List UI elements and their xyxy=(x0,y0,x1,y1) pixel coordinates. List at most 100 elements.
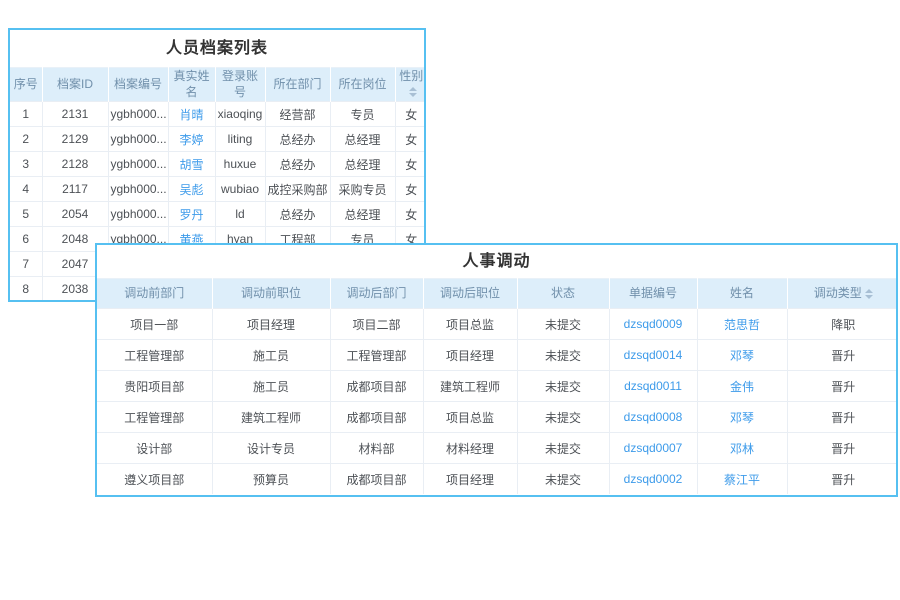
table-cell: 晋升 xyxy=(787,402,898,433)
cell-link[interactable]: 蔡江平 xyxy=(724,473,760,487)
table-cell: 2128 xyxy=(42,152,108,177)
cell-link[interactable]: dzsqd0007 xyxy=(624,441,683,455)
table-cell: 4 xyxy=(10,177,42,202)
table-cell: 未提交 xyxy=(517,371,609,402)
table-cell: 邓林 xyxy=(697,433,787,464)
table-cell: 总经办 xyxy=(265,202,330,227)
cell-link[interactable]: dzsqd0002 xyxy=(624,472,683,486)
column-header-label: 档案ID xyxy=(57,77,93,91)
table-cell: ygbh000... xyxy=(108,102,168,127)
column-header-label: 登录账号 xyxy=(222,69,258,99)
cell-link[interactable]: 吴彪 xyxy=(179,183,203,197)
cell-link[interactable]: dzsqd0014 xyxy=(624,348,683,362)
table-cell: liting xyxy=(215,127,265,152)
table-cell: 3 xyxy=(10,152,42,177)
table-cell: 总经理 xyxy=(330,127,395,152)
table-cell: 施工员 xyxy=(212,340,330,371)
column-header-3: 调动后职位 xyxy=(423,279,517,309)
table-cell: 施工员 xyxy=(212,371,330,402)
table-cell: 女 xyxy=(395,102,426,127)
table-cell: 成都项目部 xyxy=(330,402,423,433)
header-row: 序号档案ID档案编号真实姓名登录账号所在部门所在岗位性别 xyxy=(10,68,426,102)
table-row: 工程管理部施工员工程管理部项目经理未提交dzsqd0014邓琴晋升 xyxy=(97,340,898,371)
table-cell: 材料经理 xyxy=(423,433,517,464)
column-header-label: 序号 xyxy=(14,77,38,91)
table-row: 工程管理部建筑工程师成都项目部项目总监未提交dzsqd0008邓琴晋升 xyxy=(97,402,898,433)
table-cell: 总经办 xyxy=(265,152,330,177)
table-cell: 贵阳项目部 xyxy=(97,371,212,402)
cell-link[interactable]: dzsqd0011 xyxy=(624,379,682,393)
table-cell: 未提交 xyxy=(517,340,609,371)
column-header-0: 调动前部门 xyxy=(97,279,212,309)
column-header-label: 状态 xyxy=(551,286,575,300)
table-cell: 罗丹 xyxy=(168,202,215,227)
column-header-7[interactable]: 性别 xyxy=(395,68,426,102)
cell-link[interactable]: dzsqd0008 xyxy=(624,410,683,424)
cell-link[interactable]: 金伟 xyxy=(730,380,754,394)
table-cell: 5 xyxy=(10,202,42,227)
table-cell: 女 xyxy=(395,127,426,152)
table-cell: dzsqd0014 xyxy=(609,340,697,371)
table-cell: 女 xyxy=(395,202,426,227)
column-header-label: 所在岗位 xyxy=(338,77,386,91)
column-header-4: 状态 xyxy=(517,279,609,309)
table-cell: 成控采购部 xyxy=(265,177,330,202)
table-cell: 建筑工程师 xyxy=(212,402,330,433)
column-header-1: 档案ID xyxy=(42,68,108,102)
table-cell: 女 xyxy=(395,177,426,202)
cell-link[interactable]: 邓琴 xyxy=(730,411,754,425)
column-header-label: 所在部门 xyxy=(273,77,321,91)
column-header-2: 档案编号 xyxy=(108,68,168,102)
table-cell: 项目二部 xyxy=(330,309,423,340)
table-cell: 遵义项目部 xyxy=(97,464,212,495)
cell-link[interactable]: 肖晴 xyxy=(179,108,203,122)
table-cell: dzsqd0009 xyxy=(609,309,697,340)
column-header-label: 性别 xyxy=(399,69,423,83)
table-cell: 邓琴 xyxy=(697,402,787,433)
table-row: 32128ygbh000...胡雪huxue总经办总经理女 xyxy=(10,152,426,177)
table-cell: 预算员 xyxy=(212,464,330,495)
column-header-label: 单据编号 xyxy=(629,286,677,300)
cell-link[interactable]: 李婷 xyxy=(179,133,203,147)
table-cell: 成都项目部 xyxy=(330,371,423,402)
table-cell: 工程管理部 xyxy=(97,402,212,433)
cell-link[interactable]: 胡雪 xyxy=(179,158,203,172)
column-header-label: 调动后部门 xyxy=(346,286,406,300)
table-cell: 成都项目部 xyxy=(330,464,423,495)
table-row: 遵义项目部预算员成都项目部项目经理未提交dzsqd0002蔡江平晋升 xyxy=(97,464,898,495)
cell-link[interactable]: 邓林 xyxy=(730,442,754,456)
table-cell: 设计专员 xyxy=(212,433,330,464)
table-cell: 项目经理 xyxy=(423,464,517,495)
table-cell: 2117 xyxy=(42,177,108,202)
table-cell: 1 xyxy=(10,102,42,127)
header-row: 调动前部门调动前职位调动后部门调动后职位状态单据编号姓名调动类型 xyxy=(97,279,898,309)
table-cell: 未提交 xyxy=(517,309,609,340)
table-cell: 项目经理 xyxy=(212,309,330,340)
column-header-label: 调动前部门 xyxy=(124,286,184,300)
table-row: 贵阳项目部施工员成都项目部建筑工程师未提交dzsqd0011金伟晋升 xyxy=(97,371,898,402)
table-row: 52054ygbh000...罗丹ld总经办总经理女 xyxy=(10,202,426,227)
table-row: 42117ygbh000...吴彪wubiao成控采购部采购专员女 xyxy=(10,177,426,202)
table-cell: huxue xyxy=(215,152,265,177)
cell-link[interactable]: dzsqd0009 xyxy=(624,317,683,331)
table-cell: 肖晴 xyxy=(168,102,215,127)
column-header-7[interactable]: 调动类型 xyxy=(787,279,898,309)
transfer-table-title: 人事调动 xyxy=(97,245,896,278)
table-cell: 2129 xyxy=(42,127,108,152)
table-cell: xiaoqing xyxy=(215,102,265,127)
page-background: 人员档案列表 序号档案ID档案编号真实姓名登录账号所在部门所在岗位性别 1213… xyxy=(0,0,900,600)
table-cell: 2 xyxy=(10,127,42,152)
archive-table-title: 人员档案列表 xyxy=(10,30,424,67)
table-cell: 项目总监 xyxy=(423,402,517,433)
table-cell: 建筑工程师 xyxy=(423,371,517,402)
table-cell: 女 xyxy=(395,152,426,177)
cell-link[interactable]: 罗丹 xyxy=(179,208,203,222)
transfer-table: 调动前部门调动前职位调动后部门调动后职位状态单据编号姓名调动类型 项目一部项目经… xyxy=(97,278,898,494)
table-cell: 8 xyxy=(10,277,42,302)
column-header-6: 所在岗位 xyxy=(330,68,395,102)
table-cell: dzsqd0007 xyxy=(609,433,697,464)
table-cell: dzsqd0002 xyxy=(609,464,697,495)
cell-link[interactable]: 邓琴 xyxy=(730,349,754,363)
cell-link[interactable]: 范思哲 xyxy=(724,318,760,332)
column-header-1: 调动前职位 xyxy=(212,279,330,309)
